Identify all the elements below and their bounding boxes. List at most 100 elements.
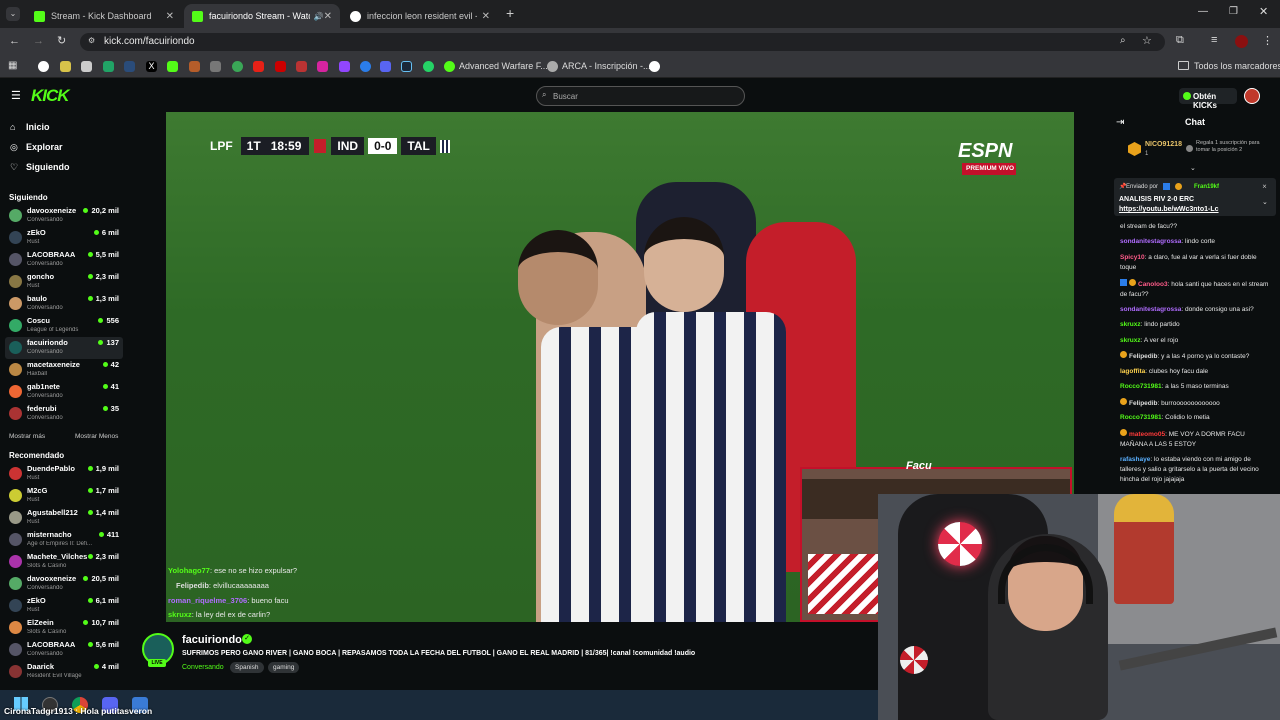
new-tab-button[interactable]: + (506, 5, 514, 21)
chat-user[interactable]: skruxz (1120, 337, 1141, 344)
bookmark-icon[interactable] (124, 61, 135, 72)
window-close-icon[interactable]: ✕ (1259, 5, 1268, 18)
sidebar-channel[interactable]: davooxeneize Conversando 20,2 mil (5, 205, 123, 227)
profile-avatar[interactable] (1235, 35, 1248, 48)
media-icon[interactable]: ≡ (1211, 34, 1217, 46)
bookmark-advanced-warfare[interactable]: Advanced Warfare F... (459, 61, 548, 71)
show-less-link[interactable]: Mostrar Menos (75, 433, 118, 440)
chat-user[interactable]: skruxz (1120, 321, 1141, 328)
sidebar-channel[interactable]: ElZeein Slots & Casino 10,7 mil (5, 617, 123, 639)
sidebar-channel[interactable]: macetaxeneize Haxball 42 (5, 359, 123, 381)
stream-category[interactable]: Conversando (182, 664, 224, 671)
nav-siguiendo[interactable]: Siguiendo (26, 162, 70, 172)
pinned-link[interactable]: https://youtu.be/wWc3nto1-Lc (1119, 206, 1219, 213)
chat-user[interactable]: Rocco731981 (1120, 414, 1162, 421)
unpin-icon[interactable]: ⨯ (1262, 183, 1267, 190)
minimize-icon[interactable]: — (1198, 6, 1208, 17)
bookmark-icon[interactable] (60, 61, 71, 72)
sidebar-channel[interactable]: Daarick Resident Evil Village 4 mil (5, 661, 123, 683)
reload-icon[interactable]: ↻ (57, 34, 66, 47)
sidebar-channel[interactable]: LACOBRAAA Conversando 5,5 mil (5, 249, 123, 271)
collapse-chat-icon[interactable]: ⇥ (1116, 117, 1124, 128)
bookmark-icon[interactable] (275, 61, 286, 72)
apps-icon[interactable]: ▦ (8, 60, 17, 71)
instagram-icon[interactable] (317, 61, 328, 72)
forward-icon[interactable]: → (33, 35, 44, 47)
chat-user[interactable]: mateomo05 (1129, 431, 1165, 438)
show-more-link[interactable]: Mostrar más (9, 433, 45, 440)
chat-user[interactable]: Spicy10 (1120, 254, 1145, 261)
bookmark-icon[interactable] (189, 61, 200, 72)
kick-logo[interactable]: KICK (31, 86, 70, 106)
chevron-down-icon[interactable]: ⌄ (1262, 198, 1268, 206)
hamburger-menu-icon[interactable]: ☰ (11, 89, 21, 102)
chat-user[interactable]: sondanitestagrossa (1120, 238, 1181, 245)
bookmark-icon[interactable] (296, 61, 307, 72)
sidebar-channel[interactable]: goncho Rust 2,3 mil (5, 271, 123, 293)
x-icon[interactable]: X (146, 61, 157, 72)
sidebar-channel[interactable]: DuendePablo Rust 1,9 mil (5, 463, 123, 485)
close-icon[interactable]: ✕ (166, 11, 174, 22)
globe-icon[interactable] (547, 61, 558, 72)
chat-user[interactable]: sondanitestagrossa (1120, 306, 1181, 313)
tab-infeccion-leon[interactable]: infeccion leon resident evil - Bu ✕ (342, 4, 498, 28)
extensions-icon[interactable]: ⧉ (1176, 34, 1184, 47)
chat-user[interactable]: rafashaye (1120, 456, 1150, 463)
pinned-sender[interactable]: Fran19kf (1194, 184, 1219, 190)
bookmark-icon[interactable] (360, 61, 371, 72)
sidebar-channel[interactable]: federubi Conversando 35 (5, 403, 123, 425)
back-icon[interactable]: ← (9, 35, 20, 47)
search-input[interactable]: Buscar (536, 86, 745, 106)
sidebar-channel[interactable]: davooxeneize Conversando 20,5 mil (5, 573, 123, 595)
chat-user[interactable]: Felipedib (1129, 353, 1158, 360)
youtube-icon[interactable] (253, 61, 264, 72)
google-icon[interactable] (649, 61, 660, 72)
sidebar-channel[interactable]: Coscu League of Legends 556 (5, 315, 123, 337)
site-info-icon[interactable]: ⚙ (88, 36, 95, 45)
maps-icon[interactable] (232, 61, 243, 72)
close-icon[interactable]: ✕ (324, 11, 332, 22)
sidebar-channel[interactable]: zEkO Rust 6,1 mil (5, 595, 123, 617)
kick-icon[interactable] (167, 61, 178, 72)
twitch-icon[interactable] (339, 61, 350, 72)
chat-user[interactable]: Canoloo3 (1138, 281, 1168, 288)
sidebar-channel-selected[interactable]: facuiriondo Conversando 137 (5, 337, 123, 359)
top-gifter-name[interactable]: NICO91218 (1145, 141, 1182, 148)
restore-icon[interactable]: ❐ (1229, 6, 1238, 17)
all-bookmarks[interactable]: Todos los marcadores (1194, 61, 1280, 71)
sidebar-channel[interactable]: baulo Conversando 1,3 mil (5, 293, 123, 315)
sidebar-channel[interactable]: zEkO Rust 6 mil (5, 227, 123, 249)
speaker-icon[interactable]: 🔊 (314, 12, 324, 21)
bookmark-icon[interactable] (81, 61, 92, 72)
bookmark-icon[interactable] (103, 61, 114, 72)
chat-user[interactable]: Felipedib (1129, 400, 1158, 407)
sidebar-channel[interactable]: Machete_Vilches Slots & Casino 2,3 mil (5, 551, 123, 573)
bookmark-icon[interactable] (444, 61, 455, 72)
nav-inicio[interactable]: Inicio (26, 122, 50, 132)
star-icon[interactable]: ☆ (1142, 34, 1152, 47)
bookmark-icon[interactable] (38, 61, 49, 72)
tab-kick-dashboard[interactable]: Stream - Kick Dashboard ✕ (26, 4, 182, 28)
bookmark-icon[interactable] (380, 61, 391, 72)
gift-cta[interactable]: Regala 1 suscripción para tomar la posic… (1196, 140, 1268, 153)
menu-icon[interactable]: ⋮ (1262, 34, 1273, 47)
url-field[interactable]: kick.com/facuiriondo (80, 33, 1165, 51)
sidebar-channel[interactable]: Agustabell212 Rust 1,4 mil (5, 507, 123, 529)
tag-gaming[interactable]: gaming (268, 662, 300, 673)
bookmark-arca[interactable]: ARCA - Inscripción -... (562, 61, 651, 71)
steam-icon[interactable] (401, 61, 412, 72)
streamer-name[interactable]: facuiriondo (182, 634, 242, 646)
tag-spanish[interactable]: Spanish (230, 662, 264, 673)
sidebar-channel[interactable]: misternacho Age of Empires II: Defi... 411 (5, 529, 123, 551)
bookmark-icon[interactable] (210, 61, 221, 72)
nav-explorar[interactable]: Explorar (26, 142, 63, 152)
tab-search-button[interactable]: ⌄ (6, 7, 20, 21)
chat-user[interactable]: Rocco731981 (1120, 383, 1162, 390)
sidebar-channel[interactable]: gab1nete Conversando 41 (5, 381, 123, 403)
chat-user[interactable]: lagoffita (1120, 368, 1145, 375)
user-avatar[interactable] (1244, 88, 1260, 104)
chevron-down-icon[interactable]: ⌄ (1190, 164, 1196, 172)
tab-facuiriondo[interactable]: facuiriondo Stream - Watch 🔊 ✕ (184, 4, 340, 28)
zoom-icon[interactable]: ⌕ (1120, 35, 1126, 46)
sidebar-channel[interactable]: M2cG Rust 1,7 mil (5, 485, 123, 507)
